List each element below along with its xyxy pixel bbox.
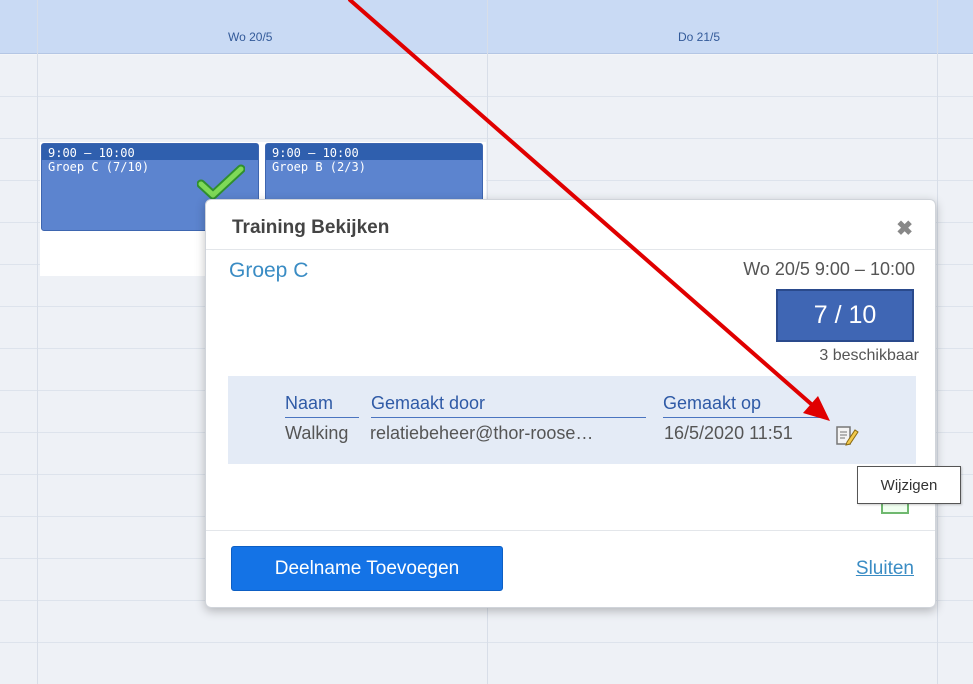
- participant-count-badge: 7 / 10: [776, 289, 914, 342]
- participants-table: Naam Gemaakt door Gemaakt op Walking rel…: [228, 376, 916, 464]
- event-title: Groep B (2/3): [272, 160, 366, 174]
- event-time: 9:00 – 10:00: [42, 144, 258, 160]
- column-header-gemaakt-op[interactable]: Gemaakt op: [663, 392, 820, 418]
- edit-tooltip: Wijzigen: [857, 466, 961, 504]
- edit-icon[interactable]: [835, 425, 859, 447]
- column-header-naam[interactable]: Naam: [285, 392, 359, 418]
- day-header-thu: Do 21/5: [678, 30, 721, 44]
- training-date-time: Wo 20/5 9:00 – 10:00: [743, 259, 915, 279]
- training-dialog: Training Bekijken ✖ Groep C Wo 20/5 9:00…: [205, 199, 936, 608]
- day-header-wed: Wo 20/5: [228, 30, 273, 44]
- group-name: Groep C: [229, 259, 309, 282]
- column-header-gemaakt-door[interactable]: Gemaakt door: [371, 392, 646, 418]
- cell-naam: Walking: [285, 423, 349, 443]
- column-divider: [37, 0, 38, 684]
- close-link[interactable]: Sluiten: [856, 558, 914, 580]
- column-divider: [937, 0, 938, 684]
- divider: [206, 249, 935, 250]
- divider: [206, 530, 935, 531]
- dialog-title: Training Bekijken: [232, 217, 390, 238]
- cell-gemaakt-op: 16/5/2020 11:51: [664, 423, 793, 443]
- close-icon[interactable]: ✖: [896, 216, 913, 241]
- add-participation-button[interactable]: Deelname Toevoegen: [231, 546, 503, 591]
- checkmark-icon: [197, 164, 245, 200]
- cell-gemaakt-door: relatiebeheer@thor-roose…: [370, 423, 594, 443]
- available-spots: 3 beschikbaar: [819, 347, 919, 364]
- event-time: 9:00 – 10:00: [266, 144, 482, 160]
